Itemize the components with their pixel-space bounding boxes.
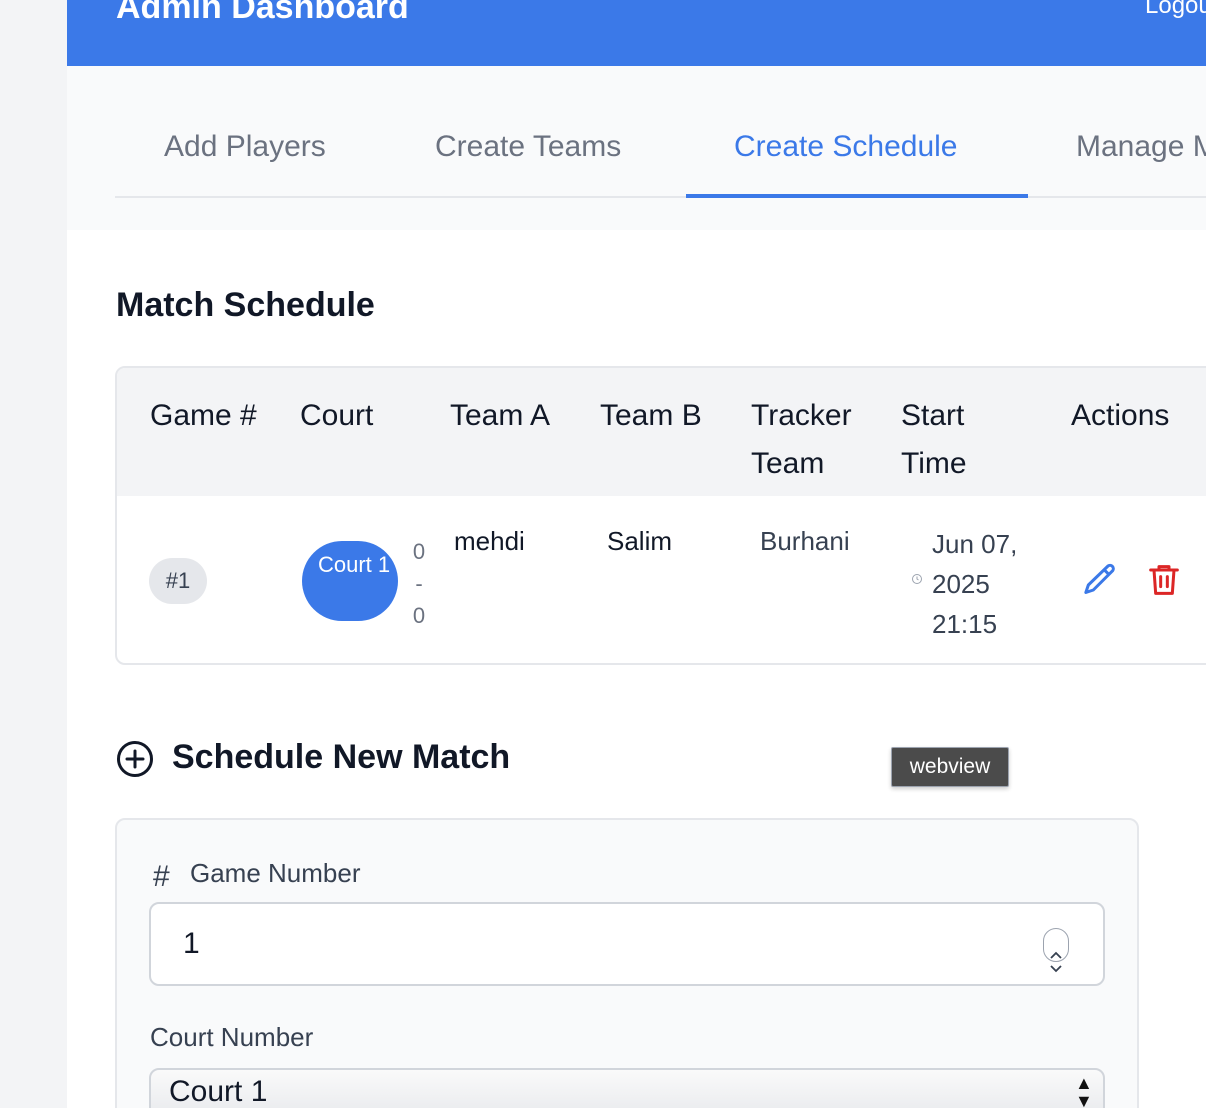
tab-add-players[interactable]: Add Players: [164, 130, 326, 164]
tab-create-teams[interactable]: Create Teams: [435, 130, 621, 164]
team-b-name: Salim: [607, 526, 673, 556]
hash-icon: #: [153, 860, 170, 893]
stepper-arrows-icon: [1050, 951, 1062, 973]
webview-tooltip: webview: [891, 747, 1009, 787]
start-time: Jun 07, 2025 21:15: [932, 529, 1018, 639]
game-number-input[interactable]: 1: [149, 902, 1105, 986]
match-schedule-title: Match Schedule: [116, 286, 375, 324]
column-header-start-time: Start Time: [901, 399, 967, 480]
number-stepper[interactable]: [1043, 928, 1069, 973]
column-header-game: Game #: [150, 399, 257, 432]
game-number-value: 1: [183, 927, 200, 960]
select-arrows-icon: ▲ ▼: [1075, 1073, 1093, 1108]
match-score: 0 - 0: [407, 536, 431, 632]
tab-manage-matches[interactable]: Manage Matches: [1076, 130, 1206, 164]
schedule-table: Game # Court Team A Team B Tracker Team …: [115, 366, 1206, 665]
game-number-label: Game Number: [190, 858, 361, 888]
plus-circle-icon: [117, 741, 153, 777]
court-badge-label: Court 1: [318, 552, 391, 577]
court-number-select[interactable]: Court 1 ▲ ▼: [149, 1068, 1105, 1108]
tab-create-schedule[interactable]: Create Schedule: [734, 130, 957, 164]
column-header-actions: Actions: [1071, 399, 1170, 432]
column-header-team-b: Team B: [600, 399, 702, 432]
game-number-badge: #1: [149, 558, 207, 604]
pencil-icon[interactable]: [1080, 560, 1120, 600]
app-title: Admin Dashboard: [116, 0, 409, 26]
page: Admin Dashboard Logout Add Players Creat…: [67, 0, 1206, 1108]
table-header: Game # Court Team A Team B Tracker Team …: [117, 368, 1206, 496]
logout-button[interactable]: Logout: [1145, 0, 1206, 20]
team-a-name: mehdi: [454, 526, 525, 556]
column-header-court: Court: [300, 399, 374, 432]
column-header-tracker-team: Tracker Team: [751, 399, 852, 480]
tracker-team-name: Burhani: [760, 526, 850, 556]
score-team-b: 0: [412, 603, 426, 628]
tab-divider: [115, 196, 1206, 198]
trash-icon[interactable]: [1144, 560, 1184, 600]
court-badge: Court 1: [302, 541, 398, 621]
court-number-label: Court Number: [150, 1022, 314, 1052]
tab-bar: Add Players Create Teams Create Schedule…: [67, 66, 1206, 230]
app-header: Admin Dashboard Logout: [67, 0, 1206, 66]
court-number-selected: Court 1: [169, 1075, 268, 1108]
score-team-a: 0: [412, 539, 426, 564]
active-tab-indicator: [686, 194, 1028, 198]
schedule-new-match-title: Schedule New Match: [172, 738, 511, 776]
new-match-form: # Game Number 1 Court Number Court 1 ▲ ▼: [115, 818, 1139, 1108]
score-separator: -: [415, 571, 423, 596]
clock-icon: [912, 574, 922, 584]
column-header-team-a: Team A: [450, 399, 551, 432]
